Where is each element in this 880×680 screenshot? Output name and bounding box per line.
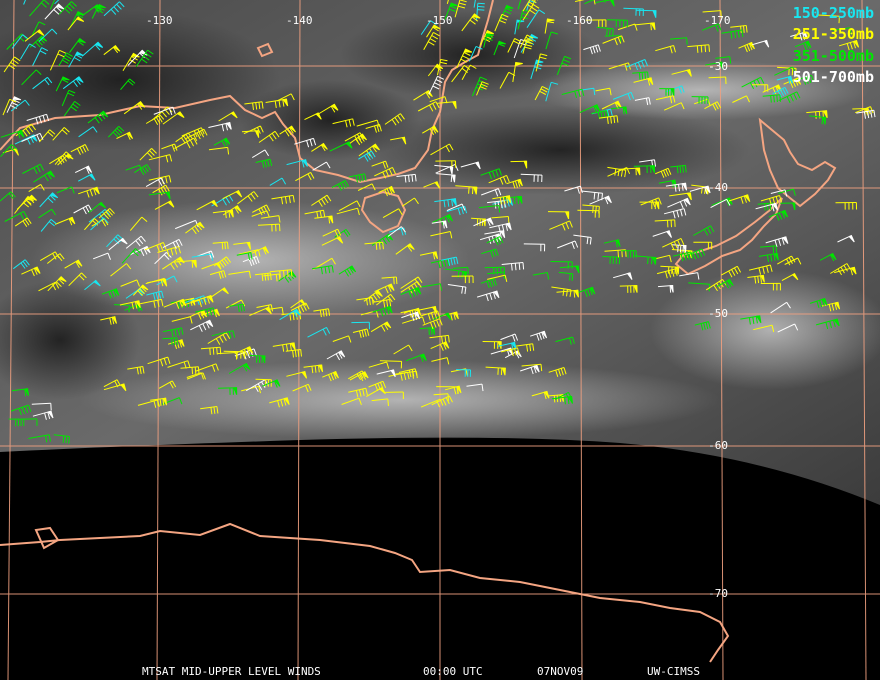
lat-label-60: -60 xyxy=(708,439,728,452)
image-caption: MTSAT MID-UPPER LEVEL WINDS 00:00 UTC 07… xyxy=(0,665,880,679)
lat-label-30: -30 xyxy=(708,60,728,73)
map-canvas xyxy=(0,0,880,680)
lon-label-130: -130 xyxy=(146,14,173,27)
legend-351-500mb: 351-500mb xyxy=(792,47,874,65)
data-source: UW-CIMSS xyxy=(647,665,700,678)
satellite-wind-map: -130 -140 -150 -160 -170 -30 -40 -50 -60… xyxy=(0,0,880,680)
lat-label-70: -70 xyxy=(708,587,728,600)
product-name: MTSAT MID-UPPER LEVEL WINDS xyxy=(142,665,321,678)
legend-251-350mb: 251-350mb xyxy=(792,25,874,43)
lon-label-140: -140 xyxy=(286,14,313,27)
lon-label-150: -150 xyxy=(426,14,453,27)
lat-label-50: -50 xyxy=(708,307,728,320)
lon-label-170: -170 xyxy=(704,14,731,27)
lon-label-160: -160 xyxy=(566,14,593,27)
antarctica-coastline xyxy=(0,522,730,663)
lat-label-40: -40 xyxy=(708,181,728,194)
observation-date: 07NOV09 xyxy=(537,665,584,678)
observation-time: 00:00 UTC xyxy=(423,665,483,678)
legend-150-250mb: 150-250mb xyxy=(792,4,874,22)
legend-501-700mb: 501-700mb xyxy=(792,68,874,86)
